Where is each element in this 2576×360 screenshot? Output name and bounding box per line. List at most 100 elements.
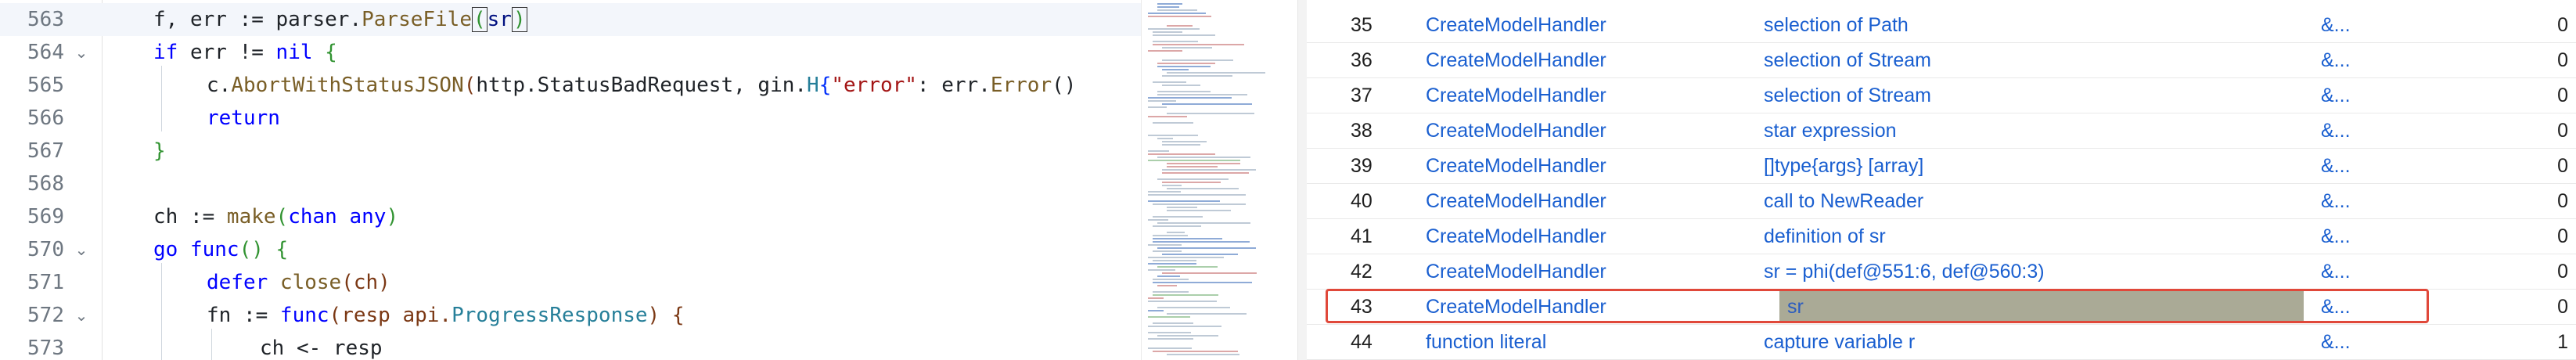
minimap-line: [1153, 203, 1246, 205]
line-number: 572: [27, 304, 64, 327]
code-line-567[interactable]: 567 }: [0, 135, 1141, 167]
code-text: if err != nil {: [153, 41, 337, 64]
minimap-line: [1148, 153, 1215, 155]
function-link[interactable]: CreateModelHandler: [1426, 113, 1817, 148]
code-line-568[interactable]: 568: [0, 167, 1141, 200]
table-row[interactable]: 36 CreateModelHandler selection of Strea…: [1307, 43, 2576, 78]
minimap-line: [1157, 222, 1250, 224]
description-link[interactable]: []type{args} [array]: [1764, 149, 2304, 183]
code-line-571[interactable]: 571 defer close(ch): [0, 266, 1141, 299]
minimap-line: [1153, 282, 1252, 283]
function-link[interactable]: function literal: [1426, 325, 1817, 359]
description-link[interactable]: selection of Stream: [1764, 43, 2304, 77]
function-link[interactable]: CreateModelHandler: [1426, 184, 1817, 218]
minimap-line: [1167, 166, 1218, 167]
detail-link[interactable]: &...: [2321, 184, 2351, 218]
detail-link[interactable]: &...: [2321, 43, 2351, 77]
description-link[interactable]: sr = phi(def@551:6, def@560:3): [1764, 254, 2304, 289]
function-link[interactable]: CreateModelHandler: [1426, 254, 1817, 289]
minimap-line: [1148, 13, 1206, 14]
detail-link[interactable]: &...: [2321, 8, 2351, 42]
count-value: 0: [2557, 85, 2568, 106]
minimap-line: [1157, 285, 1177, 286]
code-line-569[interactable]: 569 ch := make(chan any): [0, 200, 1141, 233]
table-row[interactable]: 42 CreateModelHandler sr = phi(def@551:6…: [1307, 254, 2576, 290]
description-link[interactable]: call to NewReader: [1764, 184, 2304, 218]
minimap-line: [1148, 135, 1198, 136]
code-text: ch <- resp: [260, 337, 383, 360]
code-line-564[interactable]: 564 ⌄ if err != nil {: [0, 36, 1141, 69]
code-line-570[interactable]: 570 ⌄ go func() {: [0, 233, 1141, 266]
code-line-563[interactable]: 563 f, err := parser.ParseFile(sr): [0, 3, 1141, 36]
function-link[interactable]: CreateModelHandler: [1426, 149, 1817, 183]
minimap[interactable]: [1141, 0, 1298, 360]
description-link[interactable]: selection of Path: [1764, 8, 2304, 42]
minimap-line: [1148, 97, 1232, 99]
row-index: 37: [1351, 85, 1373, 106]
table-row[interactable]: 44 function literal capture variable r &…: [1307, 325, 2576, 360]
chevron-down-icon[interactable]: ⌄: [72, 299, 91, 332]
function-link[interactable]: CreateModelHandler: [1426, 219, 1817, 254]
description-link[interactable]: capture variable r: [1764, 325, 2304, 359]
detail-link[interactable]: &...: [2321, 290, 2351, 324]
minimap-line: [1148, 332, 1191, 333]
minimap-line: [1157, 66, 1211, 67]
minimap-line: [1148, 100, 1176, 102]
code-line-572[interactable]: 572 ⌄ fn := func(resp api.ProgressRespon…: [0, 299, 1141, 332]
function-link[interactable]: CreateModelHandler: [1426, 43, 1817, 77]
table-row[interactable]: 35 CreateModelHandler selection of Path …: [1307, 8, 2576, 43]
line-number: 567: [27, 139, 64, 163]
minimap-line: [1148, 50, 1182, 52]
code-line-565[interactable]: 565 c.AbortWithStatusJSON(http.StatusBad…: [0, 69, 1141, 102]
description-link[interactable]: sr: [1787, 290, 1804, 324]
code-text: go func() {: [153, 238, 289, 261]
minimap-line: [1162, 185, 1182, 186]
table-row[interactable]: 40 CreateModelHandler call to NewReader …: [1307, 184, 2576, 219]
function-link[interactable]: CreateModelHandler: [1426, 78, 1817, 113]
function-link[interactable]: CreateModelHandler: [1426, 8, 1817, 42]
minimap-line: [1153, 351, 1238, 352]
detail-link[interactable]: &...: [2321, 325, 2351, 359]
detail-link[interactable]: &...: [2321, 149, 2351, 183]
minimap-line: [1162, 47, 1212, 49]
fold-toggle: [72, 332, 91, 360]
table-row[interactable]: 41 CreateModelHandler definition of sr &…: [1307, 219, 2576, 254]
code-editor[interactable]: 563 f, err := parser.ParseFile(sr) 564 ⌄…: [0, 0, 1141, 360]
detail-link[interactable]: &...: [2321, 113, 2351, 148]
table-row[interactable]: 37 CreateModelHandler selection of Strea…: [1307, 78, 2576, 113]
minimap-line: [1153, 122, 1193, 124]
fold-toggle: [72, 200, 91, 233]
chevron-down-icon[interactable]: ⌄: [72, 233, 91, 266]
minimap-line: [1148, 269, 1175, 271]
line-number: 573: [27, 337, 64, 360]
detail-link[interactable]: &...: [2321, 219, 2351, 254]
minimap-line: [1157, 91, 1211, 92]
minimap-line: [1162, 182, 1221, 183]
minimap-line: [1162, 69, 1189, 70]
line-number: 569: [27, 205, 64, 229]
count-value: 0: [2557, 261, 2568, 283]
detail-link[interactable]: &...: [2321, 254, 2351, 289]
minimap-line: [1148, 191, 1181, 193]
table-row[interactable]: 39 CreateModelHandler []type{args} [arra…: [1307, 149, 2576, 184]
minimap-line: [1148, 316, 1190, 318]
row-index: 43: [1351, 296, 1373, 318]
function-link[interactable]: CreateModelHandler: [1426, 290, 1817, 324]
minimap-line: [1153, 216, 1203, 218]
chevron-down-icon[interactable]: ⌄: [72, 36, 91, 69]
description-link[interactable]: star expression: [1764, 113, 2304, 148]
count-value: 0: [2557, 155, 2568, 177]
row-index: 36: [1351, 49, 1373, 71]
code-line-573[interactable]: 573 ch <- resp: [0, 332, 1141, 360]
code-line-566[interactable]: 566 return: [0, 102, 1141, 135]
detail-link[interactable]: &...: [2321, 78, 2351, 113]
description-link[interactable]: definition of sr: [1764, 219, 2304, 254]
description-link[interactable]: selection of Stream: [1764, 78, 2304, 113]
fold-toggle: [72, 135, 91, 167]
minimap-line: [1162, 144, 1200, 146]
table-row-selected[interactable]: 43 CreateModelHandler sr &... 0: [1307, 290, 2576, 325]
minimap-line: [1162, 254, 1238, 255]
table-row[interactable]: 38 CreateModelHandler star expression &.…: [1307, 113, 2576, 149]
minimap-line: [1153, 225, 1201, 227]
row-index: 39: [1351, 155, 1373, 177]
